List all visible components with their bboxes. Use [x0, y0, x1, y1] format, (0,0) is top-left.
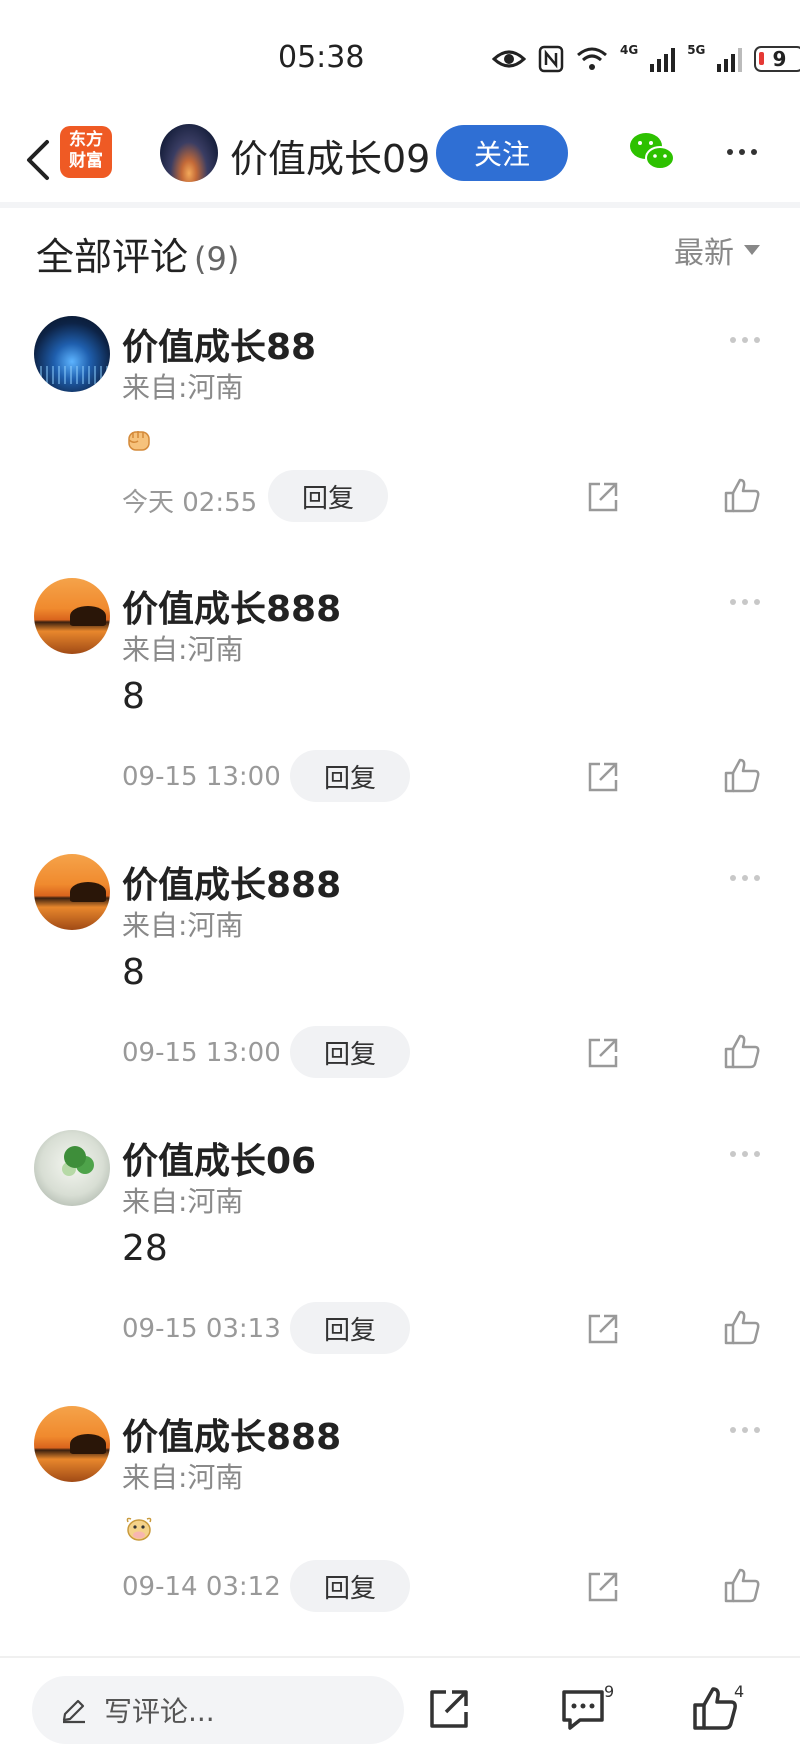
app-logo[interactable]: 东方 财富	[60, 126, 112, 178]
sort-label: 最新	[674, 236, 734, 271]
network-4g-label: 4G	[620, 43, 639, 57]
avatar[interactable]	[34, 854, 110, 930]
avatar[interactable]	[34, 316, 110, 392]
comment-item: 价值成长88 来自:河南 今天 02:55 回复	[0, 316, 800, 536]
commenter-name[interactable]: 价值成长88	[122, 318, 316, 370]
comments-title-label: 全部评论	[36, 235, 189, 279]
signal-4g-icon	[650, 46, 676, 72]
commenter-location: 来自:河南	[122, 1185, 244, 1218]
reply-button[interactable]: 回复	[290, 1560, 410, 1612]
comment-item: 价值成长888 来自:河南 09-14 03:12 回复	[0, 1406, 800, 1626]
battery-icon: 9	[754, 46, 800, 72]
comment-time: 今天 02:55	[122, 488, 258, 518]
share-icon[interactable]	[584, 1034, 622, 1072]
thumbs-up-icon[interactable]	[722, 476, 762, 516]
comment-icon[interactable]	[558, 1684, 608, 1734]
more-options-button[interactable]	[720, 130, 764, 174]
commenter-name[interactable]: 价值成长888	[122, 856, 341, 908]
eye-icon	[492, 50, 526, 68]
thumbs-up-icon[interactable]	[722, 1032, 762, 1072]
avatar[interactable]	[34, 1406, 110, 1482]
comment-item: 价值成长888 来自:河南 8 09-15 13:00 回复	[0, 854, 800, 1078]
author-avatar[interactable]	[160, 124, 218, 182]
comment-more-button[interactable]	[730, 1424, 770, 1436]
write-comment-placeholder: 写评论...	[104, 1695, 215, 1728]
share-icon[interactable]	[584, 758, 622, 796]
nfc-icon	[538, 45, 564, 73]
comment-time: 09-15 13:00	[122, 1038, 281, 1068]
comment-more-button[interactable]	[730, 872, 770, 884]
commenter-name[interactable]: 价值成长06	[122, 1132, 316, 1184]
commenter-location: 来自:河南	[122, 371, 244, 404]
commenter-location: 来自:河南	[122, 1461, 244, 1494]
header-divider	[0, 202, 800, 208]
comment-time: 09-14 03:12	[122, 1572, 281, 1602]
status-icons: 4G 5G 9	[492, 42, 800, 76]
thumbs-up-icon[interactable]	[722, 756, 762, 796]
reply-button[interactable]: 回复	[290, 750, 410, 802]
thumbs-up-icon[interactable]	[690, 1684, 740, 1734]
thumbs-up-icon[interactable]	[722, 1308, 762, 1348]
comment-item: 价值成长888 来自:河南 8 09-15 13:00 回复	[0, 578, 800, 802]
comment-time: 09-15 13:00	[122, 762, 281, 792]
comment-more-button[interactable]	[730, 596, 770, 608]
author-name[interactable]: 价值成长09	[230, 128, 430, 183]
commenter-location: 来自:河南	[122, 909, 244, 942]
share-icon[interactable]	[584, 1310, 622, 1348]
reply-button[interactable]: 回复	[268, 470, 388, 522]
sort-dropdown[interactable]: 最新	[674, 228, 760, 272]
comment-item: 价值成长06 来自:河南 28 09-15 03:13 回复	[0, 1130, 800, 1354]
wechat-icon[interactable]	[628, 130, 676, 174]
cow-emoji-icon	[126, 1517, 152, 1541]
back-button[interactable]	[10, 132, 66, 188]
status-bar: 05:38 4G 5G 9	[0, 0, 800, 116]
avatar[interactable]	[34, 1130, 110, 1206]
fist-emoji-icon	[128, 431, 150, 451]
caret-down-icon	[744, 245, 760, 255]
comment-more-button[interactable]	[730, 1148, 770, 1160]
reply-button[interactable]: 回复	[290, 1302, 410, 1354]
comment-text: 28	[122, 1228, 168, 1269]
comment-more-button[interactable]	[730, 334, 770, 346]
comment-time: 09-15 03:13	[122, 1314, 281, 1344]
share-icon[interactable]	[584, 478, 622, 516]
comment-text: 8	[122, 676, 145, 717]
status-time: 05:38	[278, 40, 365, 75]
comment-text: 8	[122, 952, 145, 993]
write-comment-input[interactable]: 写评论...	[32, 1676, 404, 1744]
share-icon[interactable]	[424, 1684, 474, 1734]
wifi-icon	[577, 47, 607, 70]
commenter-name[interactable]: 价值成长888	[122, 1408, 341, 1460]
pencil-icon	[62, 1699, 85, 1724]
follow-button[interactable]: 关注	[436, 125, 568, 181]
comment-count-badge: 9	[604, 1682, 615, 1701]
comments-title: 全部评论 (9)	[36, 226, 239, 281]
chevron-left-icon	[27, 140, 49, 180]
commenter-location: 来自:河南	[122, 633, 244, 666]
avatar[interactable]	[34, 578, 110, 654]
battery-level: 9	[772, 47, 787, 71]
network-5g-label: 5G	[687, 43, 706, 57]
signal-5g-icon	[717, 46, 743, 72]
like-count-badge: 4	[734, 1682, 745, 1701]
comments-count: (9)	[194, 240, 240, 278]
thumbs-up-icon[interactable]	[722, 1566, 762, 1606]
share-icon[interactable]	[584, 1568, 622, 1606]
commenter-name[interactable]: 价值成长888	[122, 580, 341, 632]
bottom-divider	[0, 1656, 800, 1658]
app-logo-text: 东方 财富	[69, 130, 103, 171]
reply-button[interactable]: 回复	[290, 1026, 410, 1078]
